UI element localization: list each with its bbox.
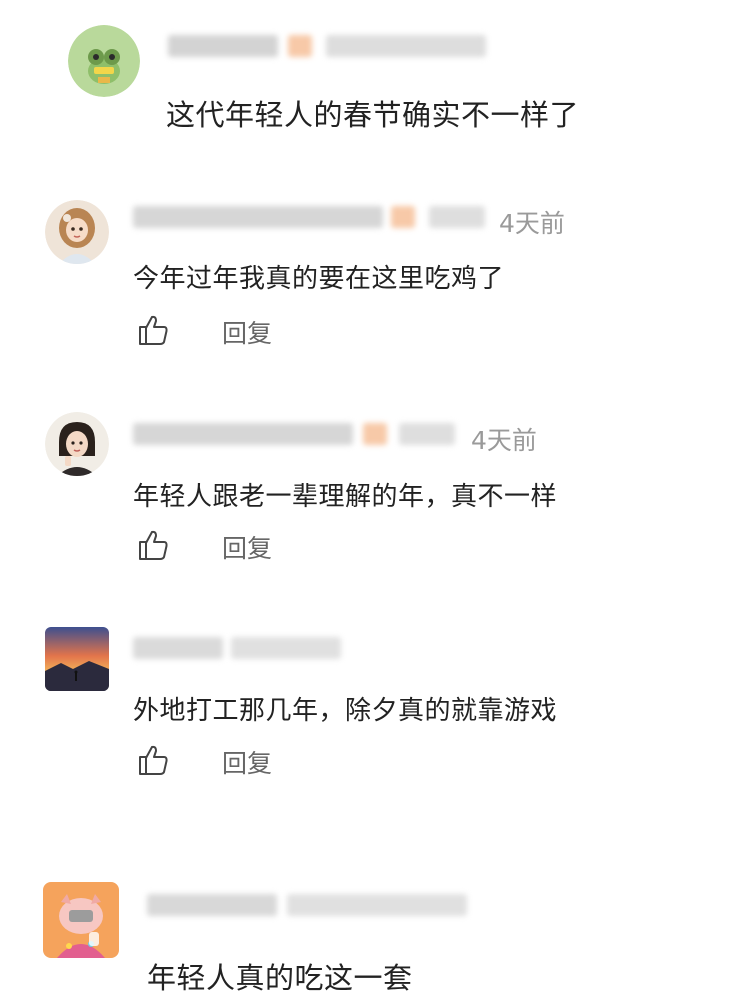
- comment-time: 4天前: [499, 209, 565, 238]
- comment-meta: 4天前: [133, 203, 583, 238]
- girl-portrait-avatar-icon: [45, 412, 109, 476]
- comment-actions: 回复: [136, 743, 336, 780]
- badge-blurred: [361, 420, 389, 448]
- meta-blurred: [231, 634, 341, 662]
- comment-text: 年轻人真的吃这一套: [147, 961, 413, 995]
- comment-meta: [147, 891, 487, 921]
- username-blurred[interactable]: [133, 634, 223, 662]
- reply-button[interactable]: 回复: [222, 314, 272, 350]
- thumb-up-icon[interactable]: [136, 528, 170, 562]
- comment-meta: 4天前: [133, 420, 553, 455]
- comment-text: 外地打工那几年，除夕真的就靠游戏: [133, 696, 558, 726]
- comment-actions: 回复: [136, 528, 336, 565]
- location-blurred: [429, 203, 485, 231]
- avatar[interactable]: [43, 882, 119, 958]
- girl-illustration-avatar-icon: [45, 200, 109, 264]
- reply-button[interactable]: 回复: [222, 529, 272, 565]
- username-blurred[interactable]: [133, 203, 383, 231]
- comment-time: 4天前: [471, 426, 537, 455]
- pig-cartoon-avatar-icon: [43, 882, 119, 958]
- comment-text: 年轻人跟老一辈理解的年，真不一样: [133, 482, 558, 512]
- comment-meta: [133, 634, 363, 664]
- thumb-up-icon[interactable]: [136, 743, 170, 777]
- badge-blurred: [286, 32, 314, 60]
- avatar[interactable]: [45, 412, 109, 476]
- comment-actions: 回复: [136, 313, 336, 350]
- username-blurred[interactable]: [133, 420, 353, 448]
- meta-blurred: [287, 891, 467, 919]
- thumb-up-icon[interactable]: [136, 313, 170, 347]
- location-blurred: [399, 420, 455, 448]
- comment-meta: [168, 32, 498, 62]
- username-blurred[interactable]: [168, 32, 278, 60]
- comment-text: 这代年轻人的春节确实不一样了: [166, 98, 580, 132]
- sunset-landscape-avatar-icon: [45, 627, 109, 691]
- reply-button[interactable]: 回复: [222, 744, 272, 780]
- comment-text: 今年过年我真的要在这里吃鸡了: [133, 264, 505, 294]
- badge-blurred: [389, 203, 417, 231]
- avatar[interactable]: [45, 200, 109, 264]
- username-blurred[interactable]: [147, 891, 277, 919]
- meta-blurred: [326, 32, 486, 60]
- avatar[interactable]: [68, 25, 140, 97]
- avatar[interactable]: [45, 627, 109, 691]
- cartoon-frog-avatar-icon: [68, 25, 140, 97]
